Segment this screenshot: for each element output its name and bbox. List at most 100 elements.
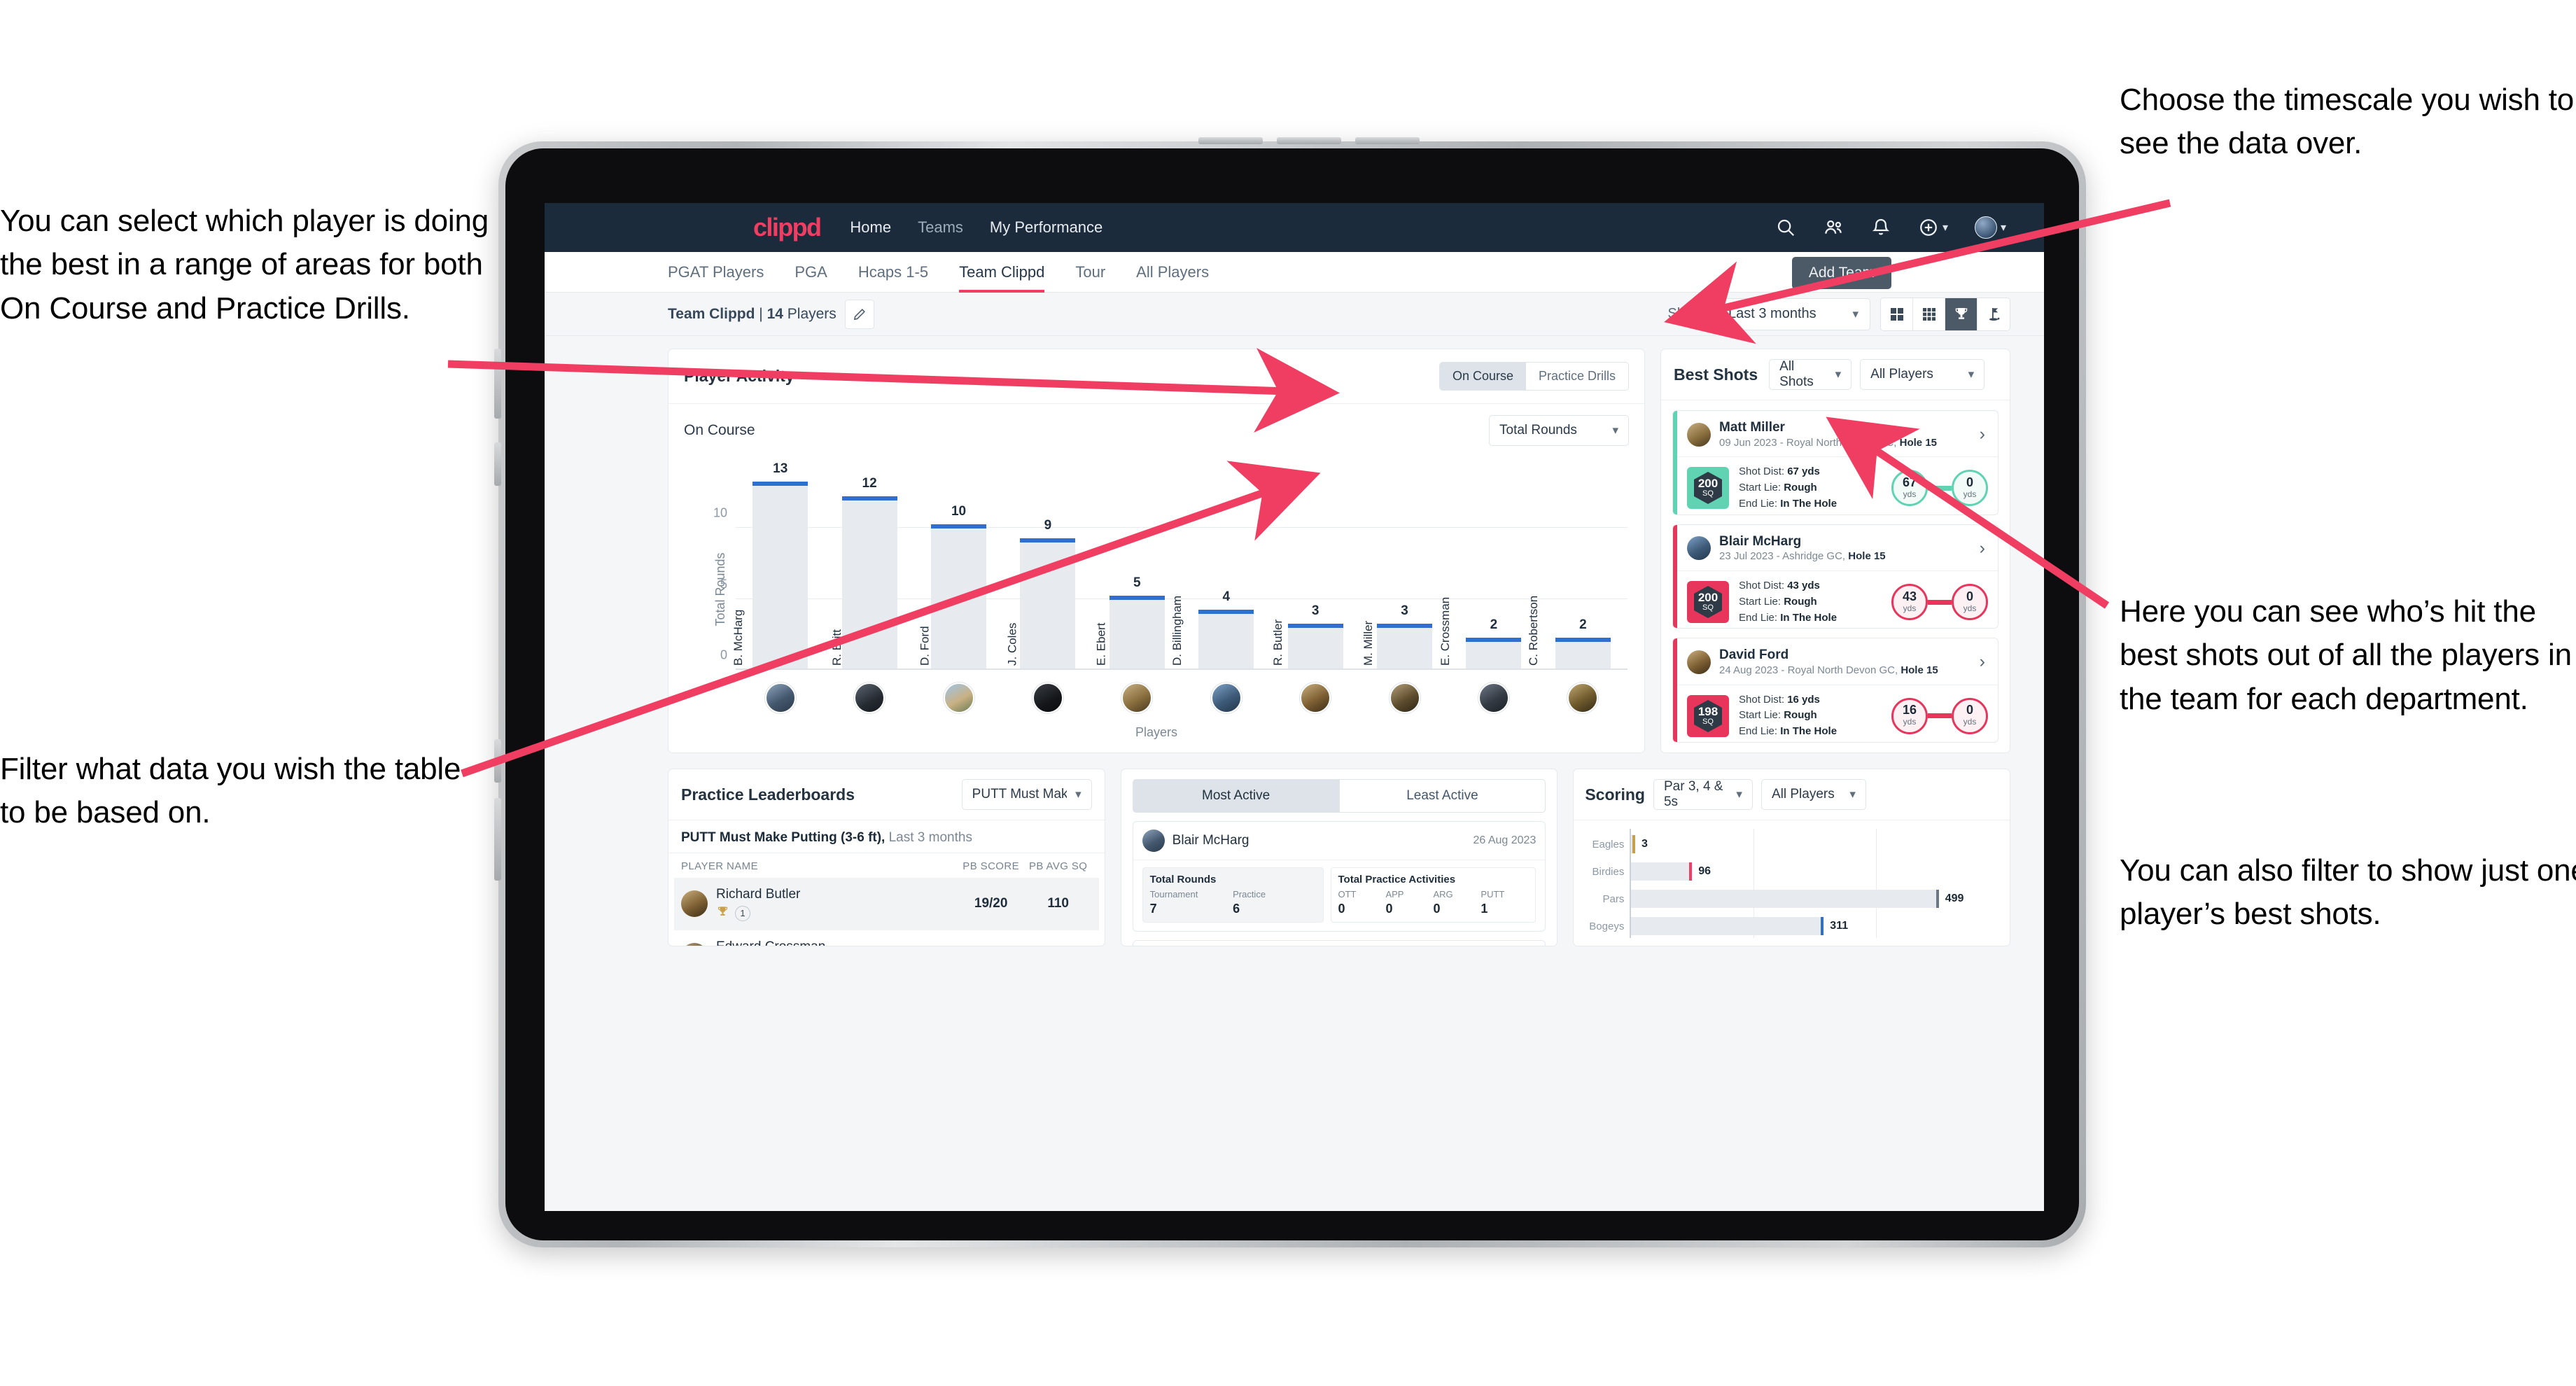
- segment-on-course[interactable]: On Course: [1439, 363, 1526, 390]
- table-row[interactable]: Edward Crossman218/20107: [674, 930, 1099, 946]
- activity-card[interactable]: Blair McHarg 26 Aug 2023 Total Rounds Tourn…: [1132, 821, 1546, 932]
- col-pb-avg-sq: PB AVG SQ: [1028, 860, 1088, 872]
- scoring-row[interactable]: Pars 499: [1603, 890, 1998, 909]
- people-icon[interactable]: [1823, 217, 1844, 238]
- tab-hcaps-1-5[interactable]: Hcaps 1-5: [858, 252, 928, 293]
- practice-column-value: 0: [1338, 902, 1345, 916]
- scoring-row[interactable]: Birdies 96: [1592, 862, 1998, 881]
- leaderboard-pb-avg-sq: 110: [1047, 896, 1069, 911]
- shot-quality-unit: SQ: [1702, 603, 1714, 612]
- nav-link-my-performance[interactable]: My Performance: [990, 218, 1102, 237]
- hardware-button-side-4: [494, 798, 501, 881]
- chart-bar-column[interactable]: 9 J. Coles: [1003, 471, 1092, 670]
- activity-card[interactable]: Rees Britt02 Sep 2023Total RoundsTournam…: [1132, 940, 1546, 946]
- player-avatar-cell[interactable]: [914, 682, 1003, 713]
- edit-team-button[interactable]: [844, 299, 874, 329]
- par-select[interactable]: Par 3, 4 & 5s ▾: [1653, 779, 1753, 810]
- metric-select[interactable]: Total Rounds ▾: [1489, 415, 1629, 446]
- player-avatar-cell[interactable]: [825, 682, 913, 713]
- chart-bar-column[interactable]: 5 E. Ebert: [1093, 471, 1182, 670]
- segment-practice-drills[interactable]: Practice Drills: [1525, 363, 1628, 390]
- add-team-button[interactable]: Add Team: [1791, 257, 1891, 289]
- show-label: Show:: [1667, 306, 1707, 321]
- tab-team-clippd[interactable]: Team Clippd: [959, 252, 1044, 293]
- player-avatar-cell[interactable]: [1270, 682, 1359, 713]
- clippd-logo[interactable]: clippd: [753, 213, 822, 242]
- chart-bar-label: M. Miller: [1361, 620, 1375, 666]
- chevron-right-icon[interactable]: ›: [1980, 652, 1988, 672]
- player-activity-title: Player Activity: [684, 367, 794, 385]
- chart-bar-column[interactable]: 3 M. Miller: [1360, 471, 1449, 670]
- add-menu-button[interactable]: ▾: [1918, 217, 1948, 238]
- timescale-select[interactable]: Last 3 months ▾: [1716, 298, 1870, 330]
- hardware-button-side-3: [494, 739, 501, 783]
- tab-pga[interactable]: PGA: [794, 252, 827, 293]
- bell-icon[interactable]: [1870, 217, 1891, 238]
- view-toggle-grid-3x3[interactable]: [1913, 298, 1945, 330]
- scoring-row[interactable]: Bogeys 311: [1589, 917, 1998, 936]
- best-shot-card[interactable]: David Ford 24 Aug 2023 - Royal North Devo…: [1672, 638, 1998, 743]
- best-shot-card[interactable]: Matt Miller 09 Jun 2023 - Royal North Dev…: [1672, 410, 1998, 515]
- player-avatar-cell[interactable]: [1539, 682, 1628, 713]
- annotation-right-top: Choose the timescale you wish to see the…: [2120, 83, 2575, 161]
- dashboard-row-1: Player Activity On Course Practice Drill…: [668, 349, 2010, 753]
- scoring-row[interactable]: Eagles 3: [1592, 835, 1998, 854]
- tab-least-active[interactable]: Least Active: [1339, 779, 1546, 813]
- player-activity-subheader: On Course Total Rounds ▾: [668, 404, 1644, 450]
- view-toggle-trophy[interactable]: [1945, 298, 1977, 330]
- scoring-player-select[interactable]: All Players ▾: [1760, 779, 1866, 810]
- rounds-column-header: Practice: [1233, 889, 1266, 899]
- team-players-word: Players: [783, 305, 836, 322]
- player-avatar-cell[interactable]: [1003, 682, 1092, 713]
- best-shot-card[interactable]: Blair McHarg 23 Jul 2023 - Ashridge GC, H…: [1672, 524, 1998, 629]
- avatar: [1121, 682, 1153, 713]
- tab-pgat-players[interactable]: PGAT Players: [668, 252, 764, 293]
- activity-card-header: Rees Britt02 Sep 2023: [1133, 941, 1546, 946]
- nav-link-home[interactable]: Home: [850, 218, 891, 237]
- view-toggle-golf-flag[interactable]: [1977, 298, 2010, 330]
- chevron-right-icon[interactable]: ›: [1980, 538, 1988, 559]
- player-activity-sub-label: On Course: [684, 422, 755, 438]
- top-nav-actions: ▾ ▾: [1775, 216, 2013, 239]
- shot-quality-badge: 198 SQ: [1687, 694, 1729, 737]
- team-name: Team Clippd: [668, 305, 755, 322]
- avatar: [681, 890, 708, 918]
- activity-type-segmented-control: On Course Practice Drills: [1438, 362, 1629, 391]
- practice-column-header: PUTT: [1480, 889, 1505, 899]
- distance-to-unit: yds: [1963, 489, 1977, 500]
- chart-bar-column[interactable]: 13 B. McHarg: [732, 461, 825, 670]
- trophy-icon: [716, 905, 729, 922]
- player-avatar-cell[interactable]: [1360, 682, 1449, 713]
- search-icon[interactable]: [1775, 217, 1796, 238]
- player-avatar-cell[interactable]: [1449, 682, 1538, 713]
- chart-bar-column[interactable]: 2 C. Robertson: [1527, 471, 1628, 670]
- scoring-bar-cap: [1689, 862, 1693, 881]
- chevron-right-icon[interactable]: ›: [1980, 424, 1988, 444]
- dashboard-content: Player Activity On Course Practice Drill…: [545, 336, 2044, 946]
- chart-bar-column[interactable]: 10 D. Ford: [914, 471, 1003, 670]
- player-avatar-cell[interactable]: [1182, 682, 1270, 713]
- scoring-title: Scoring: [1585, 785, 1645, 804]
- scoring-bar-cap: [1821, 917, 1824, 936]
- chart-bar-column[interactable]: 4 D. Billingham: [1170, 471, 1270, 670]
- tab-most-active[interactable]: Most Active: [1132, 779, 1340, 813]
- chevron-down-icon: ▾: [1835, 368, 1842, 381]
- table-row[interactable]: Richard Butler 1 19/20 110: [674, 878, 1099, 930]
- distance-to-circle: 0 yds: [1952, 470, 1988, 507]
- chart-bar-column[interactable]: 3 R. Butler: [1270, 471, 1359, 670]
- tab-all-players[interactable]: All Players: [1136, 252, 1209, 293]
- player-avatar-cell[interactable]: [736, 682, 825, 713]
- chevron-down-icon: ▾: [1849, 788, 1856, 801]
- view-toggle-grid-2x2[interactable]: [1881, 298, 1913, 330]
- drill-select[interactable]: PUTT Must Make Putting ... ▾: [961, 779, 1092, 810]
- best-shots-player-filter[interactable]: All Players ▾: [1860, 359, 1985, 390]
- nav-link-teams[interactable]: Teams: [918, 218, 963, 237]
- account-menu-button[interactable]: ▾: [1974, 216, 2006, 239]
- best-shots-shot-filter[interactable]: All Shots ▾: [1769, 359, 1852, 390]
- tab-tour[interactable]: Tour: [1075, 252, 1105, 293]
- chart-bar-column[interactable]: 12 R. Britt: [825, 471, 913, 670]
- player-avatar-cell[interactable]: [1093, 682, 1182, 713]
- chart-bar-value: 3: [1311, 603, 1320, 619]
- chart-bar-column[interactable]: 2 E. Crossman: [1438, 471, 1538, 670]
- distance-from-value: 43: [1902, 589, 1917, 603]
